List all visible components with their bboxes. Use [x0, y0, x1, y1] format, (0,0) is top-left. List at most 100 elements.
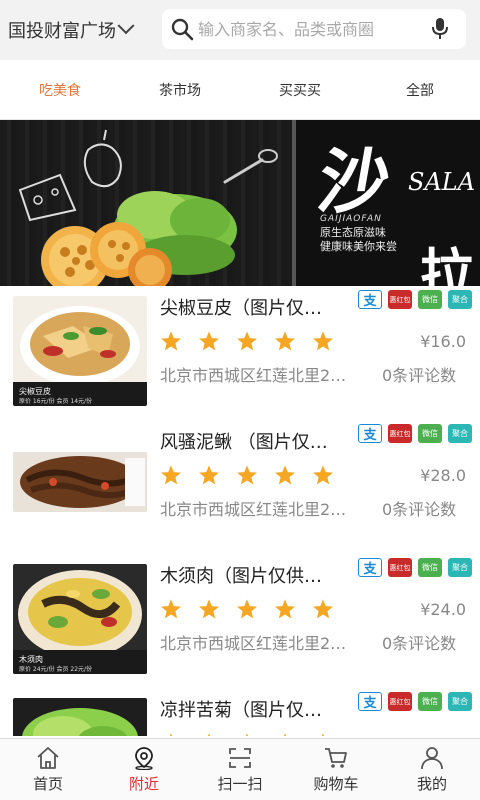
list-item[interactable]: 尖椒豆皮 原价 16元/份 会员 14元/份 尖椒豆皮（图片仅… 支 惠红包 微… [0, 286, 480, 420]
dish-image-label: 尖椒豆皮 [19, 386, 51, 396]
bottom-nav: 首页 附近 扫一扫 购物车 我的 [0, 738, 480, 800]
app-page: 国投财富广场 吃美食 茶市场 买买买 全部 [0, 0, 480, 800]
location-label: 国投财富广场 [8, 21, 116, 42]
nav-mine[interactable]: 我的 [384, 739, 480, 800]
banner-slogan-line1: 原生态原滋味 [320, 226, 386, 239]
star-icon [321, 733, 325, 736]
rating-stars [160, 330, 334, 352]
star-icon [237, 465, 257, 485]
list-item[interactable]: 木须肉 原价 24元/份 会员 22元/份 木须肉（图片仅供… 支 惠红包 微信… [0, 554, 480, 688]
top-header: 国投财富广场 [0, 0, 480, 60]
user-icon [421, 746, 443, 769]
payment-badges: 支 惠红包 微信 聚合 [358, 424, 472, 443]
redpack-icon: 惠红包 [388, 692, 412, 711]
dish-image-sub: 原价 24元/份 会员 22元/份 [19, 665, 92, 673]
payment-badges: 支 惠红包 微信 聚合 [358, 692, 472, 711]
promo-banner[interactable]: 沙 SALA GAIJIAOFAN 原生态原滋味 健康味美你来尝 拉 [0, 120, 480, 286]
item-title[interactable]: 尖椒豆皮（图片仅… [160, 294, 350, 320]
star-icon [313, 465, 333, 485]
dish-image-sub: 原价 16元/份 会员 14元/份 [19, 397, 92, 405]
star-icon [275, 465, 295, 485]
star-icon [275, 331, 295, 351]
item-price: ¥16.0 [420, 332, 466, 351]
category-tabs: 吃美食 茶市场 买买买 全部 [0, 60, 480, 120]
cart-icon [325, 747, 347, 768]
dish-image-label: 木须肉 [19, 654, 43, 664]
star-icon [237, 599, 257, 619]
item-reviews: 0条评论数 [382, 634, 457, 653]
item-title[interactable]: 风骚泥鳅 （图片仅… [160, 428, 350, 454]
item-price: ¥24.0 [420, 600, 466, 619]
item-title[interactable]: 木须肉（图片仅供… [160, 562, 350, 588]
chevron-down-icon [117, 17, 135, 35]
nav-home-label: 首页 [32, 774, 63, 793]
item-address: 北京市西城区红莲北里2… [160, 634, 347, 653]
banner-word: SALA [408, 168, 476, 196]
star-icon [161, 465, 181, 485]
dish-image [13, 698, 147, 736]
star-icon [313, 599, 333, 619]
star-icon [169, 733, 173, 736]
redpack-icon: 惠红包 [388, 424, 412, 443]
nav-scan-label: 扫一扫 [217, 774, 263, 793]
payment-badges: 支 惠红包 微信 聚合 [358, 558, 472, 577]
item-title[interactable]: 凉拌苦菊（图片仅… [160, 696, 350, 722]
tab-all[interactable]: 全部 [360, 60, 480, 119]
tab-food[interactable]: 吃美食 [0, 60, 120, 119]
banner-char-2: 拉 [420, 242, 474, 286]
dish-image [13, 452, 147, 512]
item-reviews: 0条评论数 [382, 500, 457, 519]
star-icon [199, 331, 219, 351]
list-item[interactable]: 风骚泥鳅 （图片仅… 支 惠红包 微信 聚合 ¥28.0 北京市西城区红莲北里2… [0, 420, 480, 554]
star-icon [199, 465, 219, 485]
wechat-pay-icon: 微信 [418, 290, 442, 309]
alipay-icon: 支 [358, 692, 382, 711]
star-icon [313, 331, 333, 351]
nav-cart-label: 购物车 [313, 774, 359, 793]
scan-icon [229, 747, 251, 768]
rating-stars [160, 464, 334, 486]
redpack-icon: 惠红包 [388, 290, 412, 309]
star-icon [275, 599, 295, 619]
tab-tea-market[interactable]: 茶市场 [120, 60, 240, 119]
nav-home[interactable]: 首页 [0, 739, 96, 800]
search-input[interactable] [198, 19, 418, 39]
search-bar[interactable] [162, 9, 466, 49]
home-icon [37, 746, 59, 769]
juhe-pay-icon: 聚合 [448, 290, 472, 309]
payment-badges: 支 惠红包 微信 聚合 [358, 290, 472, 309]
alipay-icon: 支 [358, 424, 382, 443]
banner-slogan: 原生态原滋味 健康味美你来尝 [320, 226, 397, 254]
star-icon [283, 733, 287, 736]
alipay-icon: 支 [358, 558, 382, 577]
location-pin-icon [135, 746, 153, 770]
list-item[interactable]: 凉拌苦菊（图片仅… 支 惠红包 微信 聚合 [0, 688, 480, 736]
nav-cart[interactable]: 购物车 [288, 739, 384, 800]
dish-image: 尖椒豆皮 原价 16元/份 会员 14元/份 [13, 296, 147, 406]
nav-scan[interactable]: 扫一扫 [192, 739, 288, 800]
star-icon [161, 331, 181, 351]
tab-shopping[interactable]: 买买买 [240, 60, 360, 119]
star-icon [207, 733, 211, 736]
item-reviews: 0条评论数 [382, 366, 457, 385]
dish-image: 木须肉 原价 24元/份 会员 22元/份 [13, 564, 147, 674]
star-icon [237, 331, 257, 351]
wechat-pay-icon: 微信 [418, 558, 442, 577]
item-address: 北京市西城区红莲北里2… [160, 366, 347, 385]
banner-pinyin: GAIJIAOFAN [320, 214, 382, 224]
star-icon [245, 733, 249, 736]
juhe-pay-icon: 聚合 [448, 558, 472, 577]
wechat-pay-icon: 微信 [418, 692, 442, 711]
item-address: 北京市西城区红莲北里2… [160, 500, 347, 519]
wechat-pay-icon: 微信 [418, 424, 442, 443]
nav-nearby-label: 附近 [128, 774, 159, 793]
microphone-icon[interactable] [432, 18, 448, 40]
search-icon [171, 18, 194, 41]
juhe-pay-icon: 聚合 [448, 424, 472, 443]
alipay-icon: 支 [358, 290, 382, 309]
nav-mine-label: 我的 [416, 774, 447, 793]
salad-illustration [18, 129, 278, 286]
location-selector[interactable]: 国投财富广场 [8, 14, 135, 46]
rating-stars [160, 598, 334, 620]
nav-nearby[interactable]: 附近 [96, 739, 192, 800]
